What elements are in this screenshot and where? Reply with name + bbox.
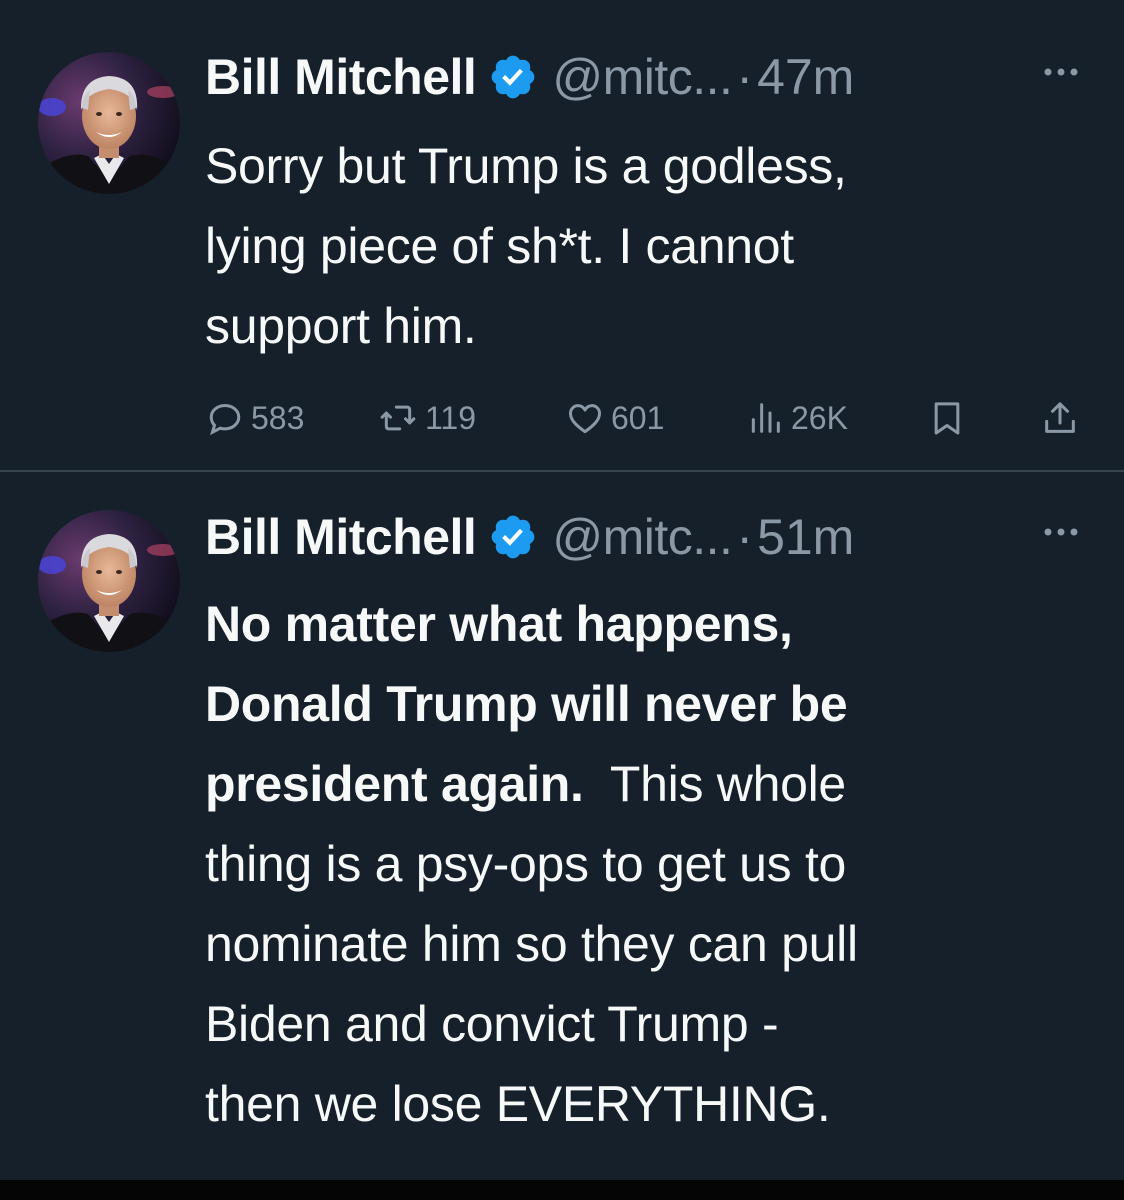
like-icon xyxy=(569,404,601,434)
separator-dot: · xyxy=(736,509,754,565)
tweet-text: No matter what happens, Donald Trump wil… xyxy=(205,584,1084,1144)
views-icon xyxy=(751,403,780,433)
retweet-count: 119 xyxy=(425,399,477,436)
tweet-header: Bill Mitchell @mitc... · 51m xyxy=(205,502,1094,572)
profile-photo-icon xyxy=(38,510,180,652)
tweet[interactable]: Bill Mitchell @mitc... · 47m Sorry but T… xyxy=(0,0,1124,470)
more-icon[interactable] xyxy=(1034,512,1094,552)
tweet-text-line: thing is a psy-ops to get us to xyxy=(205,836,847,892)
like-button[interactable]: 601 xyxy=(565,393,664,443)
author-handle[interactable]: @mitc... xyxy=(552,508,733,566)
share-icon xyxy=(1045,402,1075,433)
tweet[interactable]: Bill Mitchell @mitc... · 51m No matter w… xyxy=(0,472,1124,1180)
more-icon[interactable] xyxy=(1034,52,1094,92)
retweet-button[interactable]: 119 xyxy=(377,393,476,443)
bookmark-button[interactable] xyxy=(927,393,973,443)
timestamp[interactable]: 47m xyxy=(757,48,854,106)
bookmark-icon xyxy=(934,402,960,435)
views-button[interactable]: 26K xyxy=(745,393,848,443)
tweet-header: Bill Mitchell @mitc... · 47m xyxy=(205,42,1094,112)
tweet-text-line: then we lose EVERYTHING. xyxy=(205,1076,831,1132)
tweet-text-line: Biden and convict Trump - xyxy=(205,996,779,1052)
tweet-text-segment: This whole xyxy=(583,756,846,812)
tweet-text: Sorry but Trump is a godless, lying piec… xyxy=(205,126,1084,366)
author-handle[interactable]: @mitc... xyxy=(552,48,733,106)
tweet-text-line: Donald Trump will never be xyxy=(205,676,848,732)
tweet-text-line: president again. This whole xyxy=(205,744,1084,824)
author-name[interactable]: Bill Mitchell xyxy=(205,508,477,566)
verified-badge-icon[interactable] xyxy=(488,52,538,102)
reply-count: 583 xyxy=(251,399,305,436)
timestamp[interactable]: 51m xyxy=(757,508,854,566)
share-button[interactable] xyxy=(1040,393,1086,443)
action-bar: 583 119 601 26K xyxy=(205,393,1095,443)
author-name[interactable]: Bill Mitchell xyxy=(205,48,477,106)
reply-button[interactable]: 583 xyxy=(205,393,304,443)
avatar[interactable] xyxy=(38,52,180,194)
verified-badge-icon[interactable] xyxy=(488,512,538,562)
profile-photo-icon xyxy=(38,52,180,194)
bottom-edge xyxy=(0,1180,1124,1200)
reply-icon xyxy=(209,403,241,436)
tweet-text-line: support him. xyxy=(205,298,477,354)
retweet-icon xyxy=(380,405,416,431)
tweet-text-line: nominate him so they can pull xyxy=(205,916,858,972)
like-count: 601 xyxy=(611,399,665,436)
tweet-text-line: No matter what happens, xyxy=(205,596,793,652)
tweet-text-line: Sorry but Trump is a godless, xyxy=(205,138,847,194)
avatar[interactable] xyxy=(38,510,180,652)
views-count: 26K xyxy=(791,399,848,436)
separator-dot: · xyxy=(736,49,754,105)
tweet-text-line: lying piece of sh*t. I cannot xyxy=(205,218,794,274)
tweet-text-bold-segment: president again. xyxy=(205,756,584,812)
